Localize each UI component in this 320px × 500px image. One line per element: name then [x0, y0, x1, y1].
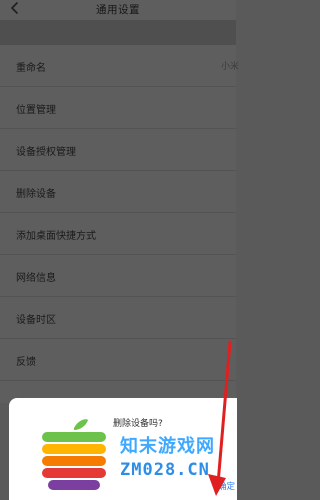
- watermark-apple-logo: [42, 419, 106, 490]
- settings-row-network[interactable]: 网络信息: [0, 255, 236, 297]
- dialog-message: 删除设备吗?: [113, 419, 163, 429]
- watermark-text-cn: 知末游戏网: [120, 436, 215, 457]
- settings-row-timezone[interactable]: 设备时区: [0, 297, 236, 339]
- row-label: 添加桌面快捷方式: [16, 231, 96, 242]
- page-title: 通用设置: [96, 4, 140, 16]
- settings-row-shortcut[interactable]: 添加桌面快捷方式: [0, 213, 236, 255]
- row-label: 反馈: [16, 357, 36, 368]
- row-label: 网络信息: [16, 273, 56, 284]
- settings-list: 重命名 小米 位置管理 设备授权管理 删除设备 添加桌面快捷方式 网络信息 设备…: [0, 45, 239, 381]
- row-value: 小米: [220, 62, 239, 72]
- settings-row-rename[interactable]: 重命名 小米: [0, 45, 239, 87]
- row-label: 删除设备: [16, 189, 56, 200]
- row-label: 位置管理: [16, 105, 56, 116]
- section-gap: [0, 20, 236, 45]
- row-label: 重命名: [16, 63, 46, 74]
- watermark-text-en: ZM028.CN: [120, 460, 210, 480]
- settings-row-delete-device[interactable]: 删除设备: [0, 171, 236, 213]
- settings-row-location[interactable]: 位置管理: [0, 87, 236, 129]
- header-bar: 通用设置: [0, 0, 236, 20]
- row-label: 设备授权管理: [16, 147, 76, 158]
- settings-row-authorization[interactable]: 设备授权管理: [0, 129, 236, 171]
- row-label: 设备时区: [16, 315, 56, 326]
